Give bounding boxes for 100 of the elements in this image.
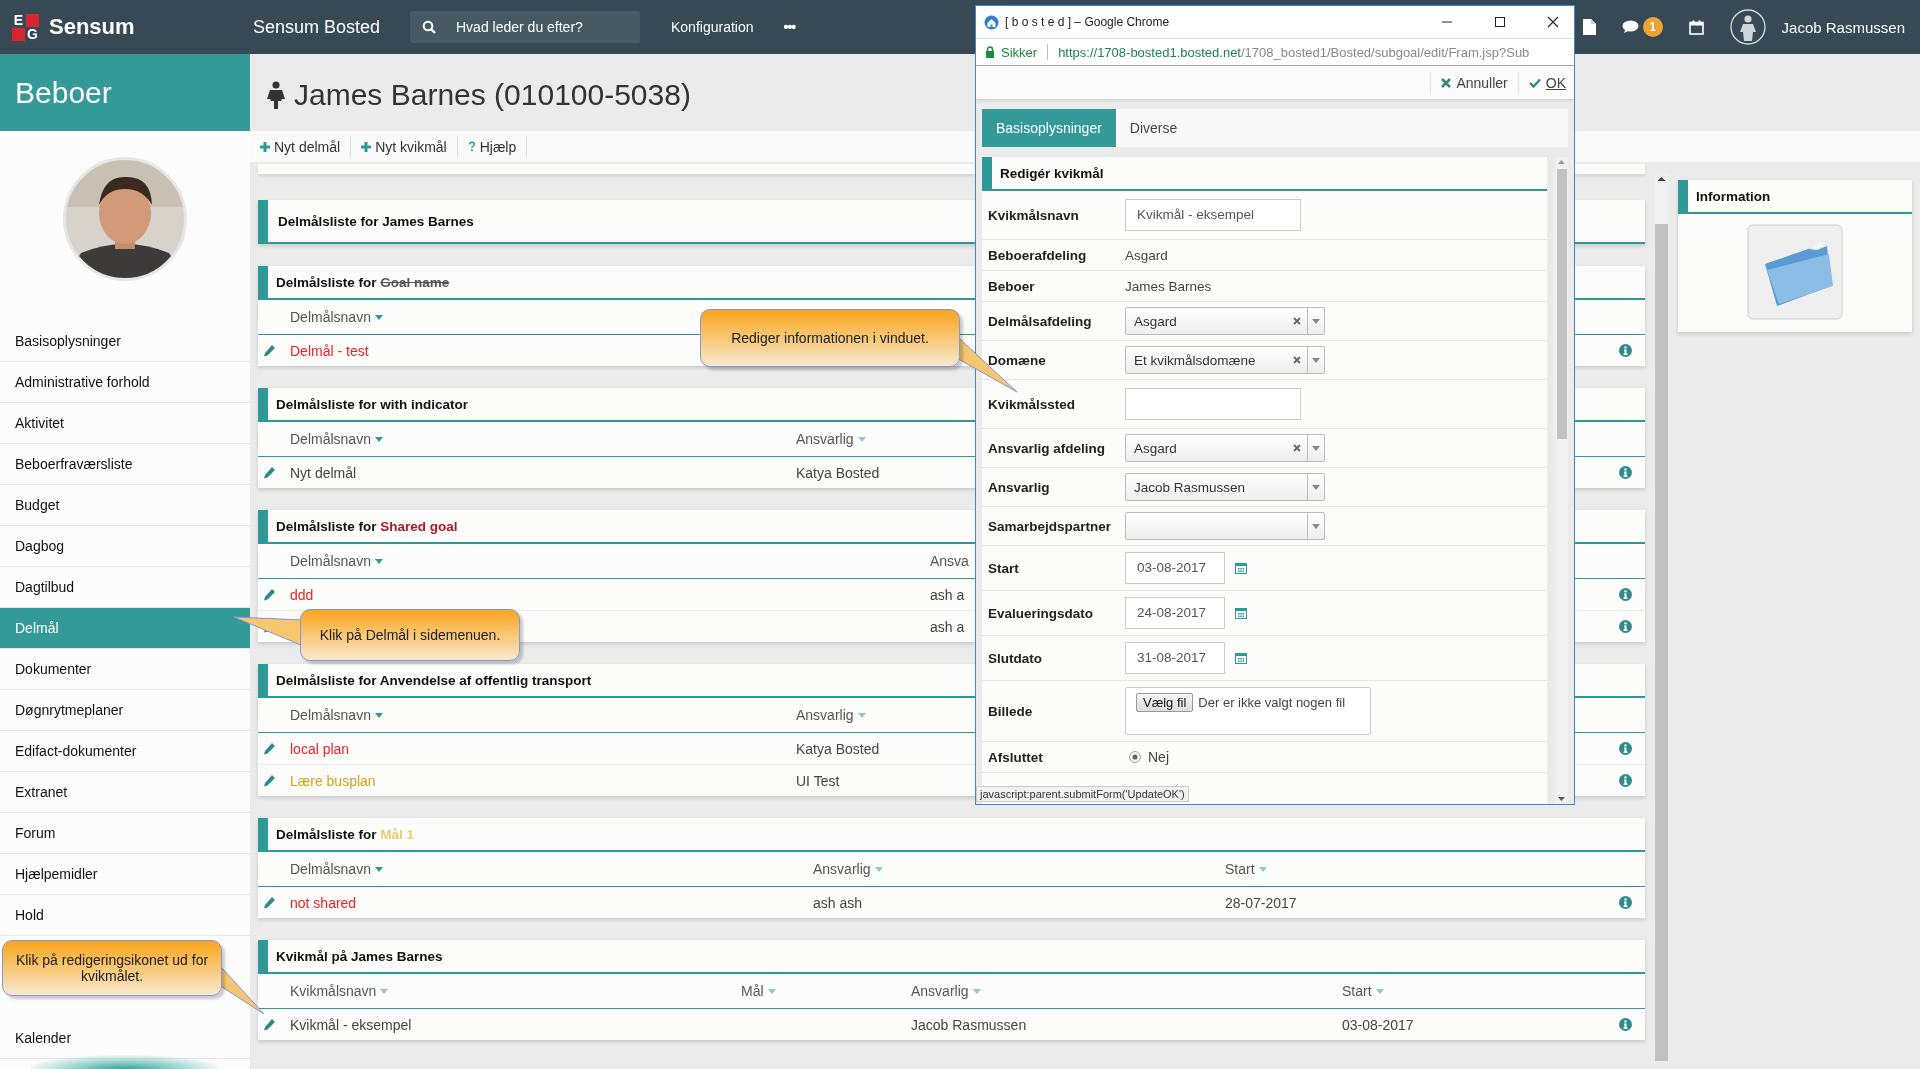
column-header[interactable]: Kvikmålsnavn: [290, 983, 389, 999]
pencil-icon[interactable]: [263, 1018, 276, 1031]
dropdown-icon: [1312, 523, 1320, 529]
avatar-icon[interactable]: [1729, 9, 1766, 45]
column-header[interactable]: Delmålsnavn: [290, 553, 383, 569]
logo-mark: E G: [12, 13, 39, 41]
table-cell: ash a: [930, 618, 965, 635]
pencil-icon[interactable]: [263, 742, 276, 755]
info-icon[interactable]: [1618, 742, 1632, 755]
pencil-icon[interactable]: [263, 774, 276, 787]
url-text[interactable]: https://1708-bosted1.bosted.net/1708_bosted1/Bosted/subgoal/edit/Fram.jsp?Sub: [1058, 44, 1530, 60]
select-field[interactable]: [1125, 512, 1325, 540]
callout: Rediger informationen i vinduet.: [700, 309, 960, 367]
tab[interactable]: Diverse: [1115, 109, 1192, 147]
select-field[interactable]: Asgard: [1125, 307, 1325, 335]
search-field[interactable]: Hvad leder du efter?: [410, 11, 640, 43]
cancel-button[interactable]: Annuller: [1430, 71, 1508, 94]
pencil-icon[interactable]: [263, 896, 276, 909]
scroll-down-icon[interactable]: [1555, 794, 1568, 804]
sort-caret-icon[interactable]: [374, 314, 383, 320]
choose-file-button[interactable]: Vælg fil: [1136, 693, 1194, 712]
info-icon[interactable]: [1618, 588, 1632, 601]
pencil-icon[interactable]: [263, 466, 276, 479]
file-field[interactable]: Vælg fil Der er ikke valgt nogen fil: [1125, 687, 1371, 735]
info-icon[interactable]: [1618, 774, 1632, 787]
select-field[interactable]: Jacob Rasmussen: [1125, 473, 1325, 501]
column-header[interactable]: Ansvarlig: [911, 983, 981, 999]
sort-caret-icon[interactable]: [374, 558, 383, 564]
date-field[interactable]: 31-08-2017: [1125, 642, 1225, 674]
info-icon[interactable]: [1618, 620, 1632, 633]
clear-icon[interactable]: [1293, 444, 1301, 452]
menu-link[interactable]: Konfiguration: [671, 19, 754, 35]
close-icon[interactable]: [1547, 16, 1559, 28]
column-header[interactable]: Delmålsnavn: [290, 707, 383, 723]
sidebar-item[interactable]: Dokumenter: [0, 649, 250, 690]
sort-caret-icon[interactable]: [374, 866, 383, 872]
input-field[interactable]: Kvikmål - eksempel: [1125, 199, 1301, 231]
scrollbar[interactable]: [1655, 174, 1668, 1061]
field-label: Ansvarlig: [987, 479, 1051, 495]
column-header[interactable]: Delmålsnavn: [290, 309, 383, 325]
more-menu[interactable]: •••: [783, 19, 796, 35]
sidebar-item[interactable]: Administrative forhold: [0, 362, 250, 403]
ok-button[interactable]: OK: [1517, 71, 1566, 94]
sidebar-item[interactable]: Forum: [0, 813, 250, 854]
sort-caret-icon[interactable]: [374, 712, 383, 718]
clear-icon[interactable]: [1293, 356, 1301, 364]
select-field[interactable]: Et kvikmålsdomæne: [1125, 346, 1325, 374]
field-label: Domæne: [987, 352, 1047, 368]
select-field[interactable]: Asgard: [1125, 434, 1325, 462]
sidebar-item[interactable]: Dagbog: [0, 526, 250, 567]
calendar-icon[interactable]: [1688, 19, 1704, 35]
column-header[interactable]: Ansvarlig: [796, 707, 866, 723]
toolbar-button[interactable]: Nyt delmål: [258, 135, 352, 158]
input-field[interactable]: [1125, 388, 1301, 420]
file-status: Der er ikke valgt nogen fil: [1198, 694, 1346, 710]
sidebar-item[interactable]: Beboerfraværsliste: [0, 444, 250, 485]
scroll-up-icon[interactable]: [1655, 174, 1668, 184]
column-header[interactable]: Ansva: [930, 553, 969, 569]
toolbar-button[interactable]: Hjælp: [465, 135, 528, 158]
sidebar-item[interactable]: Edifact-dokumenter: [0, 731, 250, 772]
info-icon[interactable]: [1618, 466, 1632, 479]
column-header[interactable]: Mål: [741, 983, 776, 999]
column-header[interactable]: Ansvarlig: [796, 431, 866, 447]
sidebar-item[interactable]: Aktivitet: [0, 403, 250, 444]
column-header[interactable]: Delmålsnavn: [290, 431, 383, 447]
maximize-icon[interactable]: [1494, 16, 1506, 28]
sidebar-item[interactable]: Hjælpemidler: [0, 854, 250, 895]
app-name[interactable]: Sensum Bosted: [253, 16, 410, 38]
date-field[interactable]: 03-08-2017: [1125, 552, 1225, 584]
sidebar-item[interactable]: Extranet: [0, 772, 250, 813]
column-header[interactable]: Ansvarlig: [813, 861, 883, 877]
info-icon[interactable]: [1618, 1018, 1632, 1031]
pencil-icon[interactable]: [263, 344, 276, 357]
column-header[interactable]: Start: [1225, 861, 1267, 877]
sidebar-item[interactable]: Budget: [0, 485, 250, 526]
info-icon[interactable]: [1618, 344, 1632, 357]
date-field[interactable]: 24-08-2017: [1125, 597, 1225, 629]
sidebar-item[interactable]: Kalender: [0, 1018, 250, 1059]
sort-caret-icon[interactable]: [374, 436, 383, 442]
panel-title: Kvikmål på James Barnes: [276, 948, 443, 964]
info-icon[interactable]: [1618, 896, 1632, 909]
radio-label[interactable]: Nej: [1148, 749, 1169, 765]
clear-icon[interactable]: [1293, 317, 1301, 325]
scrollbar[interactable]: [1555, 157, 1568, 804]
lock-icon: [985, 46, 995, 58]
callout: Klik på Delmål i sidemenuen.: [300, 609, 520, 661]
sidebar-item[interactable]: Døgnrytmeplaner: [0, 690, 250, 731]
document-icon[interactable]: [1582, 19, 1596, 35]
toolbar-button[interactable]: Nyt kvikmål: [359, 135, 458, 158]
column-header[interactable]: Delmålsnavn: [290, 861, 383, 877]
notification-badge: 1: [1642, 17, 1663, 37]
user-name[interactable]: Jacob Rasmussen: [1781, 18, 1905, 36]
pencil-icon[interactable]: [263, 588, 276, 601]
radio-button[interactable]: [1129, 751, 1141, 763]
sidebar-item[interactable]: Hold: [0, 895, 250, 936]
column-header[interactable]: Start: [1342, 983, 1384, 999]
sidebar-item[interactable]: Basisoplysninger: [0, 321, 250, 362]
chat-icon[interactable]: [1621, 20, 1639, 34]
dropdown-icon: [1312, 318, 1320, 324]
help-icon: [467, 141, 476, 152]
